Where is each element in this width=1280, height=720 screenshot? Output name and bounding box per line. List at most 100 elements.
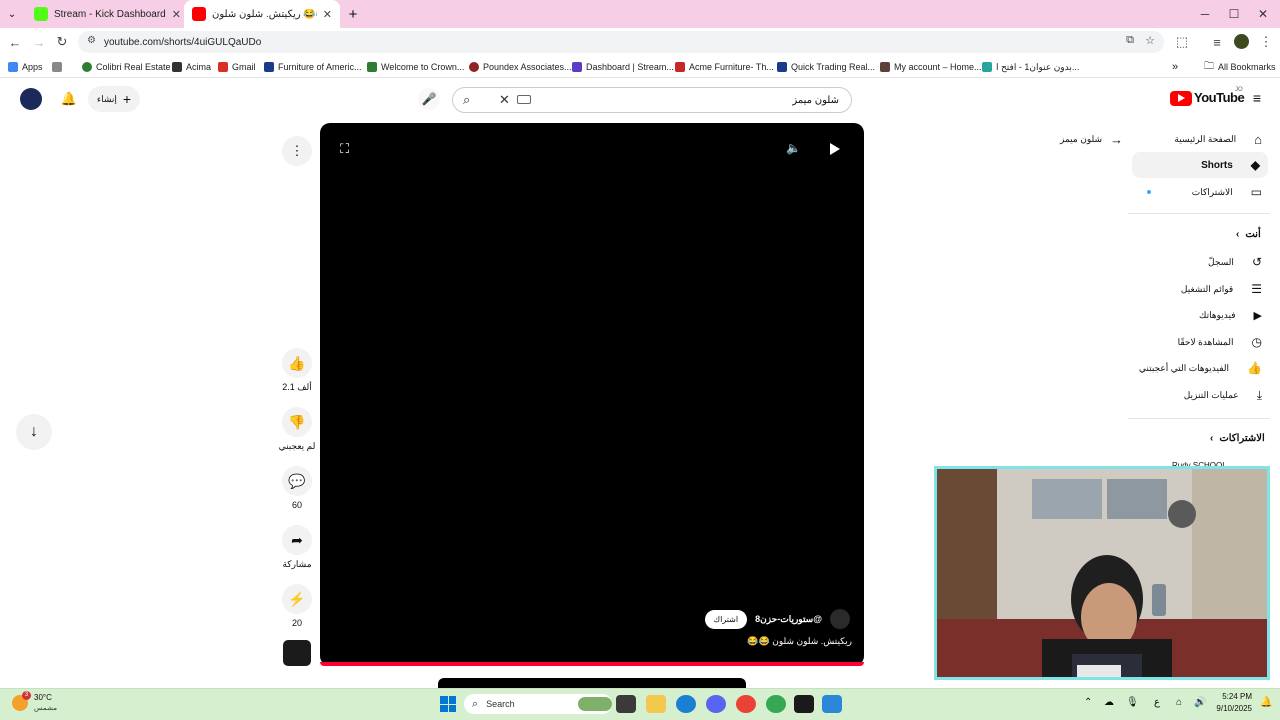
subscribe-button[interactable]: اشتراك	[704, 609, 748, 629]
dislike-icon: 👎	[282, 407, 312, 437]
close-tab-icon[interactable]: ✕	[172, 8, 181, 21]
sidebar-you-header[interactable]: ‹ أنت	[1236, 229, 1261, 240]
sidebar-item-home[interactable]: الصفحة الرئيسية ⌂	[1128, 126, 1270, 152]
sidebar-subs-header[interactable]: ‹ الاشتراكات	[1210, 433, 1265, 444]
chrome-icon[interactable]	[736, 695, 756, 713]
extensions-icon[interactable]: ⬚	[1173, 33, 1191, 51]
bookmark-untitled[interactable]: بدون عنوان1 - افتح ا...	[982, 60, 1079, 74]
youtube-logo-icon[interactable]	[1170, 91, 1192, 106]
new-tab-icon[interactable]: +	[344, 5, 362, 23]
file-explorer-icon[interactable]	[646, 695, 666, 713]
bookmark-colibri[interactable]: Colibri Real Estate	[82, 60, 171, 74]
search-icon[interactable]: ⌕	[463, 92, 470, 108]
chrome-menu-icon[interactable]: ⋮	[1257, 33, 1275, 51]
windows-start-icon[interactable]	[440, 696, 456, 712]
microphone-icon[interactable]: 🎙	[1126, 697, 1139, 708]
bookmark-quick-trading[interactable]: Quick Trading Real...	[777, 60, 875, 74]
onedrive-icon[interactable]: ☁	[1104, 697, 1114, 708]
input-language[interactable]: ع	[1154, 697, 1160, 708]
tab-youtube-short[interactable]: ريكيتش. شلون شلون 😂😂 - ... ✕	[184, 0, 340, 28]
edge-icon[interactable]	[676, 695, 696, 713]
app-window-icon[interactable]	[822, 695, 842, 713]
discord-icon[interactable]	[706, 695, 726, 713]
volume-tray-icon[interactable]: 🔊	[1194, 697, 1206, 708]
bookmark-crown[interactable]: Welcome to Crown...	[367, 60, 464, 74]
shorts-icon: ◆	[1250, 158, 1260, 172]
voice-search-icon[interactable]: 🎤	[418, 88, 440, 110]
bookmark-gmail[interactable]: Gmail	[218, 60, 256, 74]
tray-overflow-icon[interactable]: ⌃	[1084, 697, 1092, 708]
download-icon: ⤓	[1256, 387, 1262, 402]
guide-menu-icon[interactable]: ≡	[1248, 89, 1266, 107]
app-icon[interactable]	[794, 695, 814, 713]
tab-search-icon[interactable]: ⌄	[4, 6, 20, 22]
notifications-bell-icon[interactable]: 🔔	[60, 90, 78, 108]
progress-bar[interactable]	[320, 662, 864, 666]
close-window-icon[interactable]: ✕	[1248, 0, 1278, 28]
notifications-icon[interactable]: 🔔	[1260, 697, 1272, 708]
volume-icon[interactable]: 🔈	[786, 141, 801, 155]
profile-avatar[interactable]	[1234, 34, 1249, 49]
clock-time[interactable]: 5:24 PM	[1212, 692, 1252, 701]
bookmark-grid[interactable]	[52, 60, 62, 74]
all-bookmarks[interactable]: 🗀 All Bookmarks	[1204, 60, 1276, 74]
create-button[interactable]: إنشاء +	[88, 86, 140, 112]
bookmark-furniture-of-america[interactable]: Furniture of Americ...	[264, 60, 362, 74]
comments-button[interactable]: 💬 60	[282, 466, 312, 510]
bookmark-poundex[interactable]: Poundex Associates...	[469, 60, 572, 74]
account-avatar[interactable]	[20, 88, 42, 110]
quick-trading-icon	[777, 62, 787, 72]
maximize-icon[interactable]: ☐	[1219, 0, 1249, 28]
channel-avatar[interactable]	[830, 609, 850, 629]
network-icon[interactable]: ⌂	[1176, 697, 1182, 708]
bookmark-my-account[interactable]: My account – Home...	[880, 60, 982, 74]
remix-button[interactable]: ⚡ 20	[282, 584, 312, 628]
channel-name[interactable]: @ستوريات-حزن8	[755, 614, 822, 625]
search-box[interactable]: شلون ميمز ⌕ ✕	[452, 87, 852, 113]
keyboard-icon[interactable]	[517, 95, 531, 104]
like-button[interactable]: 👍 2.1 ألف	[282, 348, 312, 393]
play-icon[interactable]	[830, 143, 840, 155]
back-to-search[interactable]: شلون ميمز →	[1060, 132, 1123, 147]
more-bookmarks-icon[interactable]: »	[1172, 60, 1178, 74]
sidebar-item-history[interactable]: السجلّ ↺	[1128, 249, 1270, 275]
back-icon[interactable]: ←	[6, 33, 24, 51]
next-video-arrow-icon[interactable]: ↓	[16, 414, 52, 450]
taskbar-search[interactable]: ⌕ Search	[464, 694, 612, 714]
more-options-icon[interactable]: ⋮	[282, 136, 312, 166]
address-bar[interactable]: ⚙ youtube.com/shorts/4uiGULQaUDo ⧉ ☆	[78, 31, 1164, 53]
tab-kick-dashboard[interactable]: Stream - Kick Dashboard ✕	[26, 0, 182, 28]
bookmark-acima[interactable]: Acima	[172, 60, 211, 74]
weather-temp[interactable]: 30°C	[34, 693, 52, 702]
bookmark-apps[interactable]: Apps	[8, 60, 43, 74]
reload-icon[interactable]: ↻	[53, 33, 71, 51]
forward-icon[interactable]: →	[30, 33, 48, 51]
sidebar-item-playlists[interactable]: قوائم التشغيل ☰	[1128, 276, 1270, 302]
minimize-icon[interactable]: ─	[1190, 0, 1220, 28]
next-short-preview[interactable]	[438, 678, 746, 688]
chrome-profile-icon[interactable]	[766, 695, 786, 713]
task-view-icon[interactable]	[616, 695, 636, 713]
clear-search-icon[interactable]: ✕	[499, 92, 510, 108]
search-input[interactable]: شلون ميمز	[792, 95, 839, 106]
close-tab-icon[interactable]: ✕	[323, 8, 332, 21]
shorts-video-player[interactable]: ⛶ 🔈 @ستوريات-حزن8 اشتراك ريكيتش. شلون شل…	[320, 123, 864, 666]
sheets-icon	[982, 62, 992, 72]
sidebar-item-your-videos[interactable]: فيديوهاتك ▶	[1128, 302, 1270, 328]
sidebar-item-watch-later[interactable]: المشاهدة لاحقًا ◷	[1128, 329, 1270, 355]
webcam-feed-image	[937, 469, 1267, 677]
site-info-icon[interactable]: ⚙	[87, 35, 96, 46]
sound-thumbnail[interactable]	[283, 640, 311, 666]
bookmark-star-icon[interactable]: ☆	[1145, 34, 1155, 47]
share-button[interactable]: ➦ مشاركة	[282, 525, 312, 570]
sidebar-item-liked[interactable]: الفيديوهات التي أعجبتني 👍	[1128, 355, 1270, 381]
clock-date[interactable]: 9/10/2025	[1208, 704, 1252, 713]
sidebar-item-downloads[interactable]: عمليات التنزيل ⤓	[1128, 382, 1270, 408]
sidebar-item-shorts[interactable]: Shorts ◆	[1132, 152, 1268, 178]
media-controls-icon[interactable]: ≡	[1208, 33, 1226, 51]
dislike-button[interactable]: 👎 لم يعجبني	[279, 407, 315, 452]
install-app-icon[interactable]: ⧉	[1126, 34, 1134, 47]
bookmark-dashboard-stream[interactable]: Dashboard | Stream...	[572, 60, 674, 74]
bookmark-acme[interactable]: Acme Furniture- Th...	[675, 60, 774, 74]
fullscreen-icon[interactable]: ⛶	[340, 141, 349, 157]
